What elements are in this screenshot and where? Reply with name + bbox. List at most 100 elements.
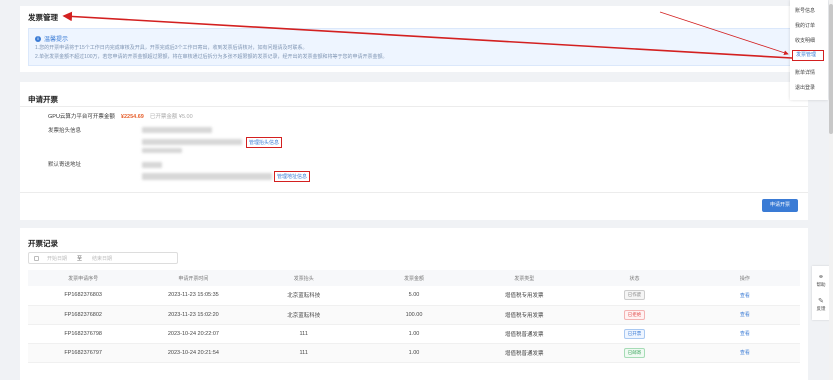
tips-panel: i 温馨提示 1.您的开票申请将于15个工作日内完成审核及开具，开票完成后3个工… xyxy=(28,28,798,66)
date-range-picker[interactable]: 开始日期 至 结束日期 xyxy=(28,252,178,264)
tips-line-2: 2.单张发票金额不超过100万，若您申请的开票金额超过限额，将在审核通过后拆分为… xyxy=(35,54,388,60)
pencil-icon: ✎ xyxy=(818,298,824,305)
calendar-icon xyxy=(34,255,39,261)
invoice-type-cell: 增值税专用发票 xyxy=(469,305,580,325)
feedback-button[interactable]: ✎ 反馈 xyxy=(812,298,830,312)
date-start-input[interactable]: 开始日期 xyxy=(47,255,67,262)
vertical-scrollbar[interactable] xyxy=(829,0,833,380)
action-cell: 查看 xyxy=(689,286,800,306)
action-cell: 查看 xyxy=(689,324,800,344)
divider xyxy=(20,106,808,107)
column-header: 发票抬头 xyxy=(248,270,359,286)
menu-item-invoice-management[interactable]: 发票管理 xyxy=(792,50,824,61)
tips-title: 温馨提示 xyxy=(44,37,69,43)
tips-header: i 温馨提示 xyxy=(35,34,68,43)
invoice-id-cell: FP1682376803 xyxy=(28,286,139,306)
scrollbar-thumb[interactable] xyxy=(829,4,833,134)
table-row: FP1682376797 2023-10-24 20:21:54 111 1.00 增值… xyxy=(28,343,800,363)
redacted-header-extra xyxy=(142,148,182,153)
column-header: 状态 xyxy=(579,270,690,286)
status-badge: 已开票 xyxy=(623,328,646,339)
address-label: 默认寄送地址 xyxy=(48,162,82,168)
invoice-type-cell: 增值税专用发票 xyxy=(469,286,580,306)
invoice-page: 发票管理 i 温馨提示 1.您的开票申请将于15个工作日内完成审核及开具，开票完… xyxy=(20,0,810,380)
invoice-type-cell: 增值税普通发票 xyxy=(469,343,580,363)
manage-address-link[interactable]: 管理地址信息 xyxy=(277,174,307,180)
view-link[interactable]: 查看 xyxy=(740,350,750,356)
status-cell: 已开票 xyxy=(579,324,690,344)
invoice-amount-cell: 1.00 xyxy=(358,343,470,363)
records-section-title: 开票记录 xyxy=(28,239,58,248)
column-header: 发票类型 xyxy=(469,270,580,286)
menu-item-transactions[interactable]: 收支明细 xyxy=(795,37,815,44)
date-end-input[interactable]: 结束日期 xyxy=(92,255,112,262)
invoice-amount-cell: 1.00 xyxy=(358,324,470,344)
billing-card: 发票管理 i 温馨提示 1.您的开票申请将于15个工作日内完成审核及开具，开票完… xyxy=(20,6,808,72)
headset-icon: ⚭ xyxy=(818,274,824,281)
status-cell: 已拒绝 xyxy=(579,305,690,325)
feedback-label: 反馈 xyxy=(816,306,826,311)
column-header: 操作 xyxy=(689,270,800,286)
user-dropdown-menu: 账号信息 我的订单 收支明细 发票管理 账单详情 退出登录 xyxy=(790,0,828,100)
redacted-address-name xyxy=(142,162,162,168)
action-cell: 查看 xyxy=(689,305,800,325)
invoice-header-cell: 北京蓝耘科技 xyxy=(248,286,359,306)
records-table: 发票申请序号 申请开票时间 发票抬头 发票金额 发票类型 状态 操作 FP168… xyxy=(28,270,800,363)
menu-item-account[interactable]: 账号信息 xyxy=(795,7,815,14)
invoice-id-cell: FP1682376798 xyxy=(28,324,139,344)
column-header: 申请开票时间 xyxy=(138,270,249,286)
status-cell: 已作废 xyxy=(579,286,690,306)
amount-value: ¥2254.69 xyxy=(120,114,144,120)
invoice-amount-cell: 100.00 xyxy=(358,305,470,325)
invoice-records-card: 开票记录 开始日期 至 结束日期 发票申请序号 申请开票时间 发票抬头 发票金额… xyxy=(20,228,808,380)
view-link[interactable]: 查看 xyxy=(740,293,750,299)
view-link[interactable]: 查看 xyxy=(740,331,750,337)
table-header-row: 发票申请序号 申请开票时间 发票抬头 发票金额 发票类型 状态 操作 xyxy=(28,270,800,286)
apply-section-title: 申请开票 xyxy=(28,95,58,104)
help-button[interactable]: ⚭ 帮助 xyxy=(812,274,830,288)
amount-row: GPU云算力平台可开票金额 ¥2254.69 已开票金额 ¥5.00 xyxy=(48,112,193,120)
page-title: 发票管理 xyxy=(28,13,58,22)
menu-item-orders[interactable]: 我的订单 xyxy=(795,22,815,29)
apply-time-cell: 2023-10-24 20:22:07 xyxy=(138,324,249,344)
help-label: 帮助 xyxy=(816,282,826,287)
table-row: FP1682376802 2023-11-23 15:02:20 北京蓝耘科技 100… xyxy=(28,305,800,325)
status-badge: 已拒绝 xyxy=(623,309,646,320)
amount-issued: 已开票金额 ¥5.00 xyxy=(149,114,193,120)
invoice-amount-cell: 5.00 xyxy=(358,286,470,306)
apply-invoice-card: 申请开票 GPU云算力平台可开票金额 ¥2254.69 已开票金额 ¥5.00 … xyxy=(20,82,808,220)
status-badge: 已邮寄 xyxy=(623,347,646,358)
view-link[interactable]: 查看 xyxy=(740,312,750,318)
tips-line-1: 1.您的开票申请将于15个工作日内完成审核及开具，开票完成后3个工作日寄出，收到… xyxy=(35,45,308,51)
table-row: FP1682376803 2023-11-23 15:05:35 北京蓝耘科技 5.0… xyxy=(28,286,800,306)
invoice-header-cell: 北京蓝耘科技 xyxy=(248,305,359,325)
redacted-address-detail xyxy=(142,173,272,180)
manage-address-annotation: 管理地址信息 xyxy=(274,171,311,182)
floating-action-bar: ⚭ 帮助 ✎ 反馈 xyxy=(812,266,830,320)
manage-header-annotation: 管理抬头信息 xyxy=(246,137,283,148)
divider xyxy=(20,192,808,193)
status-cell: 已邮寄 xyxy=(579,343,690,363)
invoice-header-cell: 111 xyxy=(248,324,359,344)
records-table-body: FP1682376803 2023-11-23 15:05:35 北京蓝耘科技 5.0… xyxy=(28,286,800,363)
menu-item-logout[interactable]: 退出登录 xyxy=(795,84,815,91)
column-header: 发票金额 xyxy=(358,270,470,286)
invoice-type-cell: 增值税普通发票 xyxy=(469,324,580,344)
redacted-header-name xyxy=(142,127,212,133)
amount-label: GPU云算力平台可开票金额 xyxy=(48,114,115,120)
redacted-header-detail xyxy=(142,139,242,145)
action-cell: 查看 xyxy=(689,343,800,363)
apply-time-cell: 2023-11-23 15:05:35 xyxy=(138,286,249,306)
table-row: FP1682376798 2023-10-24 20:22:07 111 1.00 增值… xyxy=(28,324,800,344)
date-separator: 至 xyxy=(77,255,83,262)
invoice-id-cell: FP1682376802 xyxy=(28,305,139,325)
apply-invoice-button[interactable]: 申请开票 xyxy=(762,199,798,212)
invoice-id-cell: FP1682376797 xyxy=(28,343,139,363)
apply-time-cell: 2023-11-23 15:02:20 xyxy=(138,305,249,325)
invoice-header-cell: 111 xyxy=(248,343,359,363)
status-badge: 已作废 xyxy=(623,290,646,301)
apply-time-cell: 2023-10-24 20:21:54 xyxy=(138,343,249,363)
invoice-header-label: 发票抬头信息 xyxy=(48,128,82,134)
manage-header-link[interactable]: 管理抬头信息 xyxy=(249,140,279,146)
menu-item-bill-details[interactable]: 账单详情 xyxy=(795,69,815,76)
